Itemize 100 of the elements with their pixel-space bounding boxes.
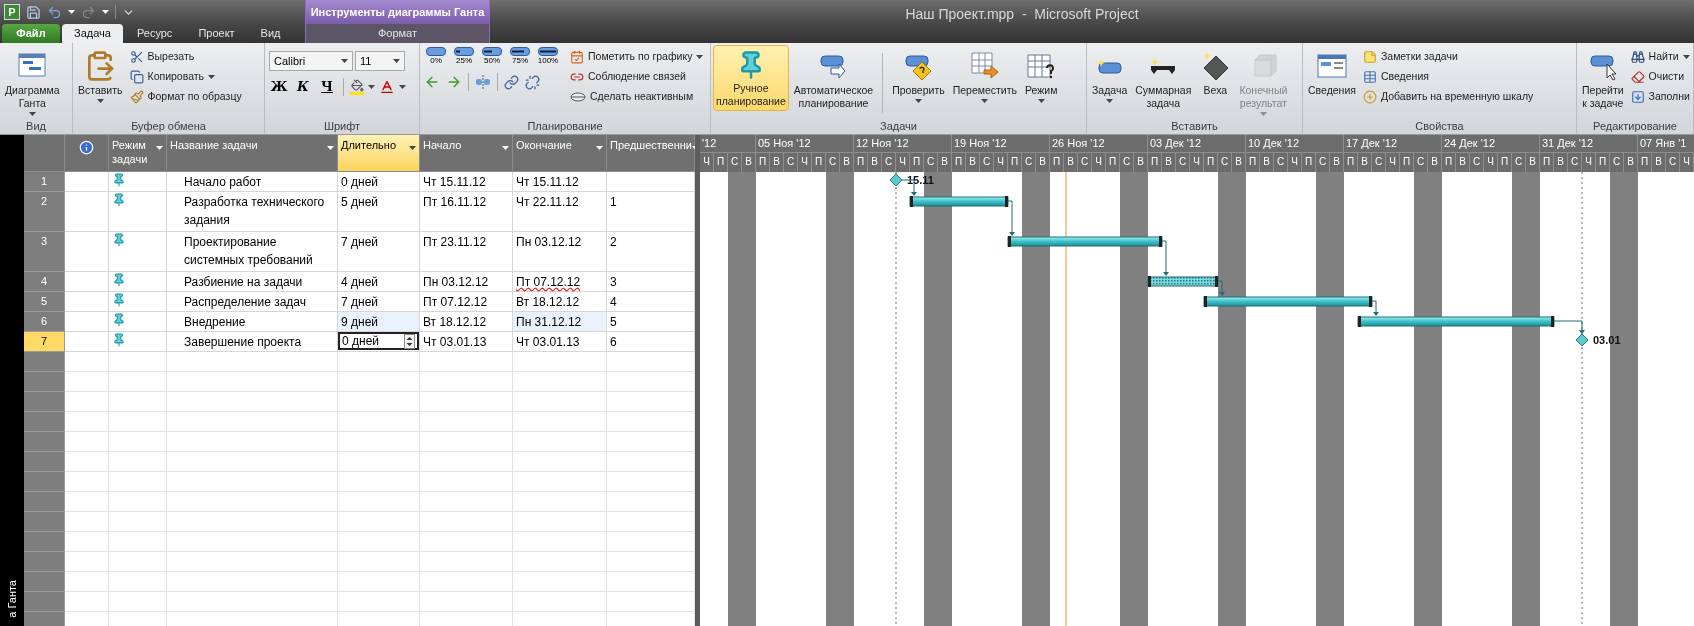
row-header[interactable] xyxy=(24,512,65,532)
ribbon-button[interactable]: Соблюдение связей xyxy=(568,67,706,87)
ribbon-button[interactable]: Заполни xyxy=(1628,87,1692,107)
day-label: С xyxy=(1666,153,1680,172)
ribbon-button[interactable]: Перейти к задаче xyxy=(1579,45,1627,113)
day-label: Ч xyxy=(994,153,1008,172)
task-bar[interactable] xyxy=(1357,316,1555,327)
row-header[interactable] xyxy=(24,592,65,612)
row-number[interactable]: 3 xyxy=(24,232,65,272)
ribbon-button[interactable]: Пометить по графику xyxy=(568,47,706,67)
task-bar[interactable] xyxy=(1147,276,1219,287)
ribbon-button[interactable]: Найти xyxy=(1628,47,1692,67)
dependency-arrow xyxy=(1161,240,1169,276)
week-label: 05 Ноя '12 xyxy=(756,135,854,153)
duration-input[interactable]: 0 дней xyxy=(338,332,419,350)
ribbon-button[interactable]: Формат по образцу xyxy=(127,87,244,107)
redo-icon[interactable] xyxy=(81,4,96,20)
row-header[interactable] xyxy=(24,352,65,372)
row-header[interactable] xyxy=(24,452,65,472)
row-number[interactable]: 4 xyxy=(24,272,65,292)
column-header[interactable]: Начало xyxy=(420,135,513,172)
empty-cell xyxy=(109,472,167,492)
percent-complete-button[interactable]: 0% xyxy=(424,47,448,65)
ribbon-button[interactable]: Веха xyxy=(1196,45,1235,100)
dropdown-caret-icon xyxy=(28,112,36,116)
row-header[interactable] xyxy=(24,572,65,592)
ribbon-button[interactable]: Режим xyxy=(1022,45,1061,106)
ribbon-tab[interactable]: Задача xyxy=(62,24,123,43)
percent-complete-button[interactable]: 50% xyxy=(480,47,504,65)
ribbon-button[interactable]: Суммарная задача xyxy=(1132,45,1195,113)
task-bar[interactable] xyxy=(909,196,1009,207)
day-label: Ч xyxy=(798,153,812,172)
ribbon-button[interactable]: Заметки задачи xyxy=(1360,47,1536,67)
ribbon-button[interactable]: Автоматическое планирование xyxy=(790,45,877,113)
ribbon-button[interactable]: Копировать xyxy=(127,67,244,87)
column-header[interactable]: Окончание xyxy=(513,135,607,172)
percent-complete-button[interactable]: 75% xyxy=(508,47,532,65)
font-color-icon[interactable] xyxy=(379,79,395,95)
row-header[interactable] xyxy=(24,492,65,512)
row-header[interactable] xyxy=(24,432,65,452)
ribbon-button[interactable]: Вырезать xyxy=(127,47,244,67)
percent-complete-button[interactable]: 100% xyxy=(536,47,560,65)
row-header[interactable] xyxy=(24,552,65,572)
ribbon-tab[interactable]: Проект xyxy=(186,24,247,43)
milestone-date-label: 03.01 xyxy=(1593,334,1621,346)
column-header[interactable]: Режим задачи xyxy=(109,135,167,172)
dropdown-caret-icon xyxy=(102,10,109,14)
row-header[interactable] xyxy=(24,372,65,392)
task-bar[interactable] xyxy=(1007,236,1163,247)
info-column-header[interactable] xyxy=(65,135,109,172)
row-header[interactable] xyxy=(24,612,65,626)
ribbon-button[interactable]: Диаграмма Ганта xyxy=(2,45,63,119)
ribbon-button[interactable]: Очисти xyxy=(1628,67,1692,87)
split-task-icon[interactable] xyxy=(475,75,491,89)
format-button[interactable]: Ч xyxy=(317,77,337,97)
milestone-diamond[interactable] xyxy=(1575,333,1589,347)
indent-icon[interactable] xyxy=(446,74,462,90)
format-button[interactable]: Ж xyxy=(269,77,289,97)
pushpin-icon xyxy=(112,233,126,247)
ribbon-button[interactable]: Сделать неактивным xyxy=(568,87,706,107)
font-name-field[interactable]: Calibri xyxy=(269,51,353,71)
row-number[interactable]: 6 xyxy=(24,312,65,332)
ribbon-button[interactable]: Ручное планирование xyxy=(713,45,789,111)
ribbon-button[interactable]: Добавить на временную шкалу xyxy=(1360,87,1536,107)
row-header[interactable] xyxy=(24,532,65,552)
font-size-field[interactable]: 11 xyxy=(355,51,405,71)
ribbon-button[interactable]: Сведения xyxy=(1360,67,1536,87)
ribbon-tab[interactable]: Файл xyxy=(2,24,60,43)
spinner-icon[interactable] xyxy=(404,333,415,349)
percent-complete-button[interactable]: 25% xyxy=(452,47,476,65)
fill-color-icon[interactable] xyxy=(350,79,364,95)
row-number[interactable]: 7 xyxy=(24,332,65,352)
format-button[interactable]: К xyxy=(293,77,313,97)
ribbon-button[interactable]: Проверить xyxy=(889,45,948,106)
group-label: Буфер обмена xyxy=(130,119,207,134)
link-icon[interactable] xyxy=(504,74,519,90)
column-header[interactable]: Длительно xyxy=(338,135,420,172)
milestone-date-label: 15.11 xyxy=(907,174,934,186)
save-icon[interactable] xyxy=(26,4,41,20)
ribbon-button[interactable]: Вставить xyxy=(75,45,126,106)
ribbon-button[interactable]: Задача xyxy=(1089,45,1131,106)
ribbon-button[interactable]: Переместить xyxy=(949,45,1020,106)
ribbon-tab[interactable]: Ресурс xyxy=(124,24,185,43)
row-number[interactable]: 2 xyxy=(24,192,65,232)
ribbon-tab[interactable]: Вид xyxy=(248,24,293,43)
row-number[interactable]: 1 xyxy=(24,172,65,192)
task-bar[interactable] xyxy=(1203,296,1373,307)
unlink-icon[interactable] xyxy=(525,74,540,90)
ribbon-button[interactable]: Сведения xyxy=(1305,45,1359,100)
day-label: В xyxy=(1652,153,1666,172)
outdent-icon[interactable] xyxy=(424,74,440,90)
row-number[interactable]: 5 xyxy=(24,292,65,312)
row-header[interactable] xyxy=(24,472,65,492)
undo-icon[interactable] xyxy=(47,4,62,20)
row-header[interactable] xyxy=(24,392,65,412)
pushpin-icon xyxy=(112,193,126,207)
summary-bar-icon xyxy=(1150,57,1177,75)
row-header[interactable] xyxy=(24,412,65,432)
start-date: Чт 15.11.12 xyxy=(423,175,486,189)
ribbon-tab[interactable]: Формат xyxy=(306,24,489,43)
